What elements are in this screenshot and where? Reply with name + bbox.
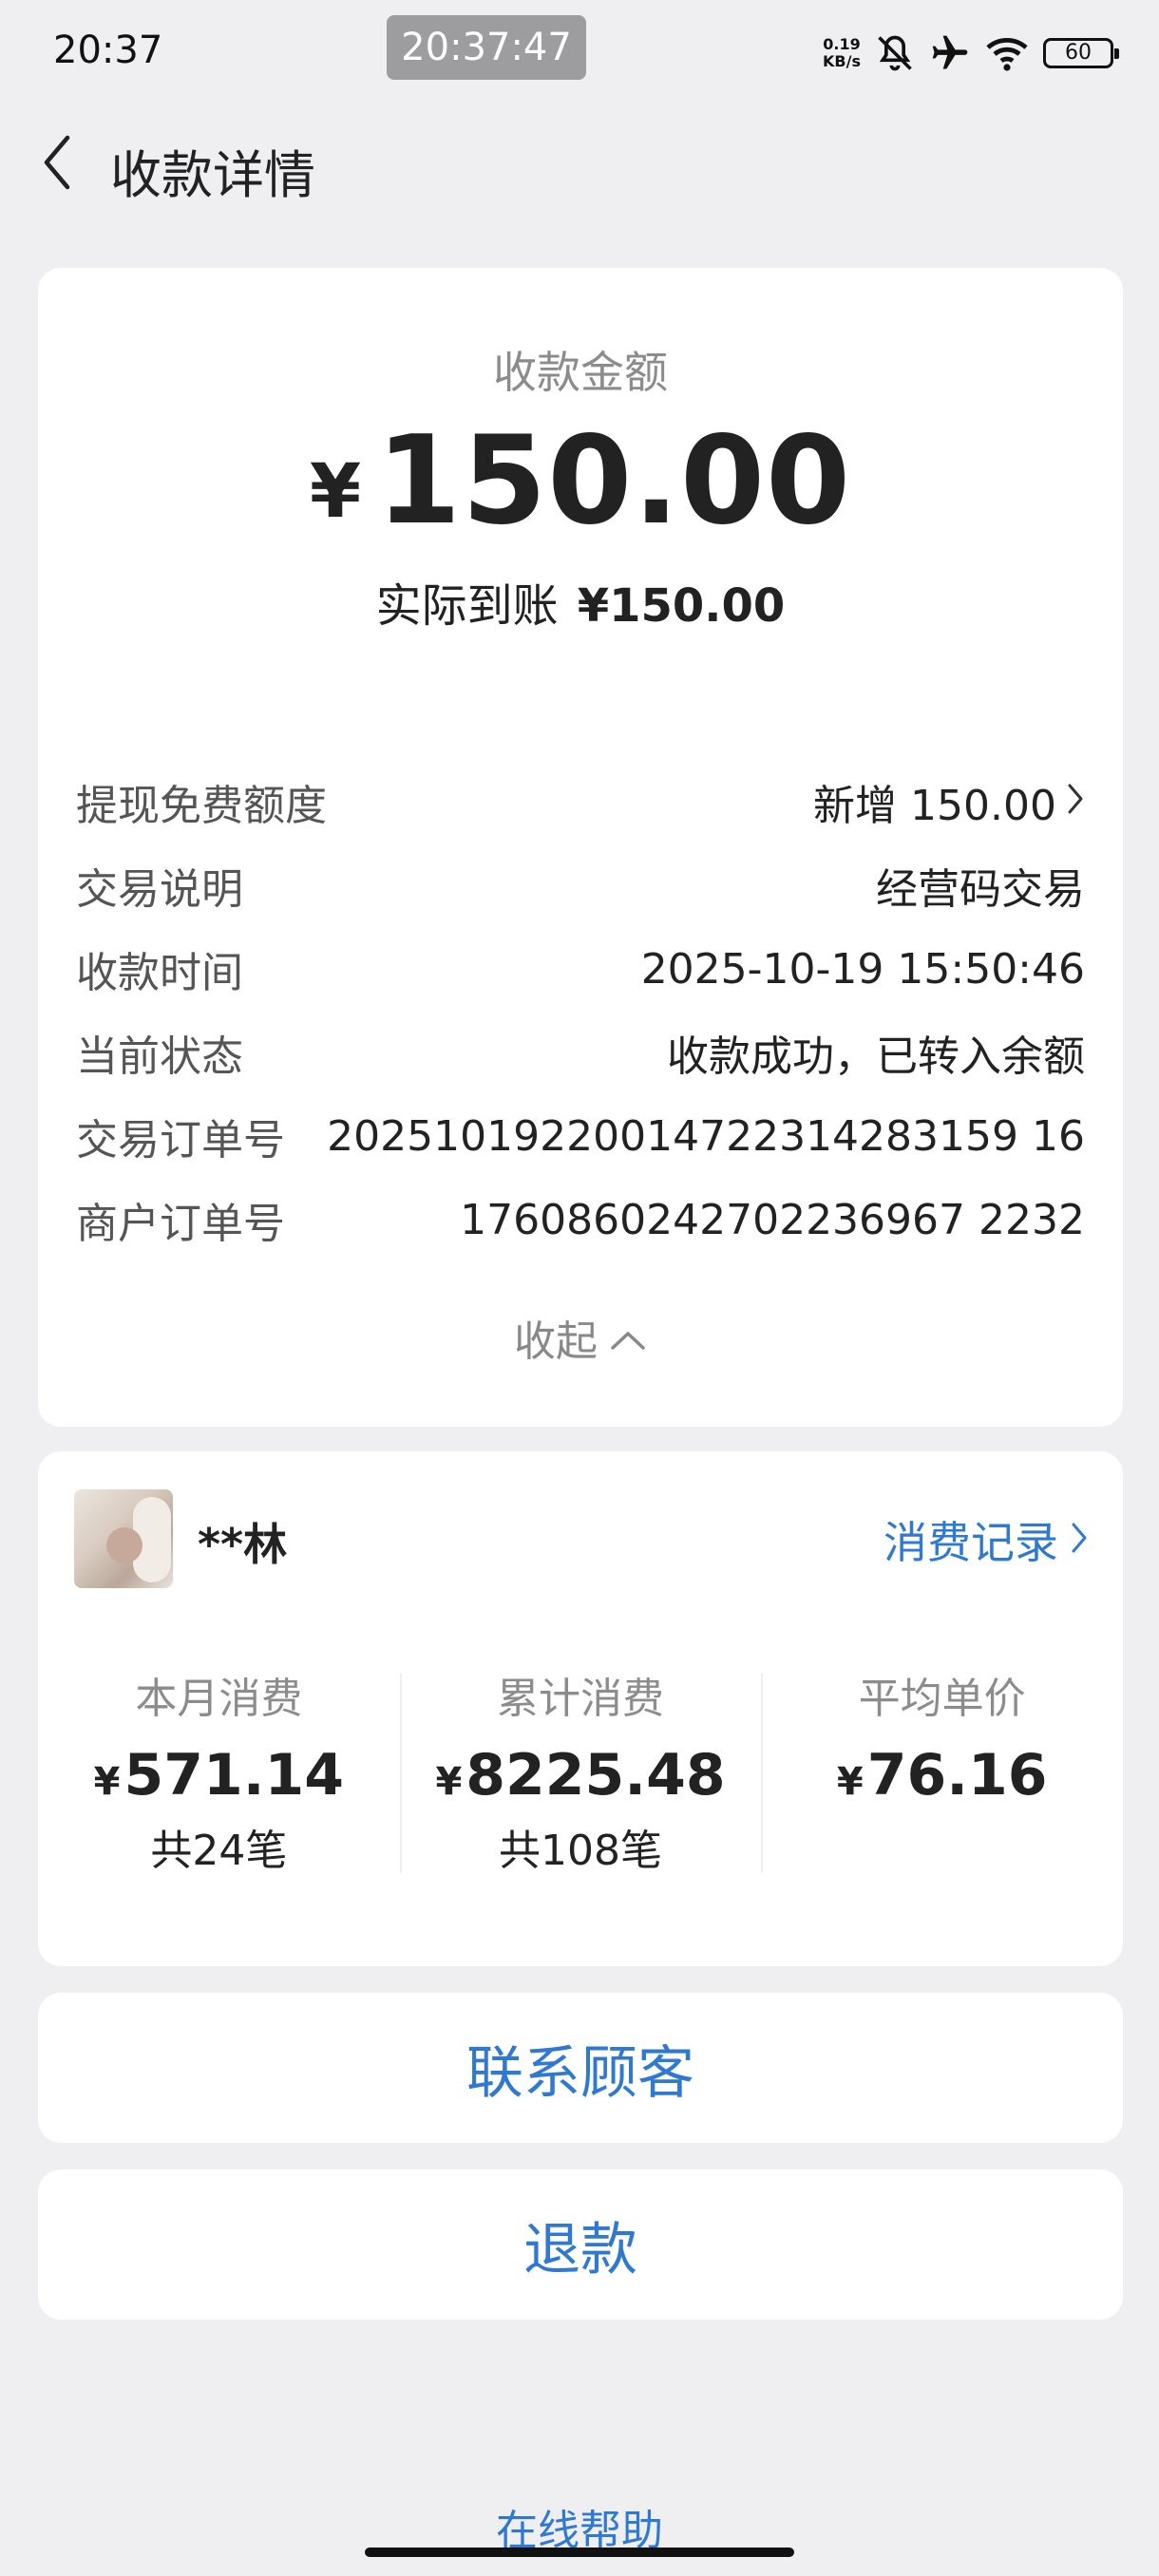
contact-customer-button[interactable]: 联系顾客 — [38, 1993, 1123, 2143]
detail-key: 商户订单号 — [76, 1200, 285, 1248]
amount-value: 150.00 — [376, 410, 852, 552]
detail-row-free-quota[interactable]: 提现免费额度 新增 150.00 — [76, 760, 1085, 843]
back-button[interactable] — [28, 131, 86, 198]
currency-symbol: ¥ — [309, 449, 362, 535]
airplane-icon — [929, 32, 971, 74]
detail-value: 收款成功，已转入余额 — [667, 1032, 1085, 1081]
status-icons: 0.19 KB/s 60 — [823, 25, 1119, 82]
collapse-label: 收起 — [514, 1317, 598, 1366]
refund-label: 退款 — [523, 2216, 637, 2283]
contact-customer-label: 联系顾客 — [466, 2039, 694, 2107]
detail-key: 提现免费额度 — [76, 782, 327, 830]
amount-label: 收款金额 — [493, 347, 668, 398]
avatar — [74, 1489, 173, 1588]
stat-average-price: 平均单价 ¥76.16 — [761, 1664, 1123, 1883]
stat-label: 累计消费 — [497, 1675, 664, 1723]
net-speed: 0.19 KB/s — [823, 36, 861, 70]
stat-currency: ¥ — [836, 1760, 864, 1804]
detail-row-description: 交易说明 经营码交易 — [76, 843, 1085, 927]
stat-currency: ¥ — [93, 1760, 121, 1804]
detail-key: 当前状态 — [76, 1032, 243, 1081]
net-speed-value: 0.19 — [823, 35, 861, 53]
amount-display: ¥150.00 — [38, 410, 1123, 552]
stat-amount: ¥571.14 — [38, 1742, 400, 1809]
chevron-right-icon — [1070, 1514, 1089, 1565]
detail-key: 收款时间 — [76, 949, 243, 997]
status-bar: 20:37 20:37:47 0.19 KB/s 60 — [0, 0, 1159, 104]
customer-name: **林 — [198, 1519, 288, 1570]
app-header: 收款详情 — [0, 123, 1159, 209]
customer-card: **林 消费记录 本月消费 ¥571.14 共24笔 累计消费 ¥8225.48… — [38, 1451, 1123, 1966]
stat-amount-value: 571.14 — [124, 1742, 345, 1809]
detail-value: 经营码交易 — [876, 865, 1085, 914]
wifi-icon — [984, 32, 1030, 74]
stat-this-month: 本月消费 ¥571.14 共24笔 — [38, 1664, 400, 1883]
arrival-value: ¥150.00 — [577, 579, 786, 633]
detail-key: 交易订单号 — [76, 1116, 285, 1165]
page-title: 收款详情 — [110, 145, 315, 205]
detail-value: 1760860242702236967 2232 — [460, 1195, 1085, 1244]
stat-amount-value: 76.16 — [866, 1742, 1048, 1809]
detail-row-order-no: 交易订单号 20251019220014722314283159 16 — [76, 1094, 1085, 1178]
detail-row-time: 收款时间 2025-10-19 15:50:46 — [76, 927, 1085, 1011]
stat-cumulative: 累计消费 ¥8225.48 共108笔 — [399, 1664, 762, 1883]
chevron-up-icon — [609, 1314, 647, 1362]
chevron-left-icon — [41, 134, 73, 195]
net-speed-unit: KB/s — [823, 52, 861, 70]
mute-icon — [874, 32, 916, 74]
clock-pill: 20:37:47 — [387, 15, 586, 80]
detail-row-merchant-order-no: 商户订单号 1760860242702236967 2232 — [76, 1178, 1085, 1261]
stat-amount: ¥76.16 — [761, 1742, 1123, 1809]
records-link-label: 消费记录 — [884, 1517, 1058, 1568]
actual-arrival: 实际到账 ¥150.00 — [38, 568, 1123, 635]
battery-icon: 60 — [1043, 38, 1119, 68]
refund-button[interactable]: 退款 — [38, 2169, 1123, 2320]
detail-value: 20251019220014722314283159 16 — [327, 1111, 1085, 1161]
arrival-label: 实际到账 — [375, 579, 559, 633]
stat-count: 共108笔 — [499, 1827, 662, 1875]
detail-row-status: 当前状态 收款成功，已转入余额 — [76, 1011, 1085, 1094]
stat-count: 共24笔 — [150, 1827, 288, 1875]
chevron-right-icon — [1066, 778, 1085, 826]
collapse-button[interactable]: 收起 — [38, 1307, 1123, 1368]
payment-detail-card: 收款金额 ¥150.00 实际到账 ¥150.00 提现免费额度 新增 150.0… — [38, 268, 1123, 1427]
consumption-records-link[interactable]: 消费记录 — [884, 1508, 1089, 1571]
customer-stats: 本月消费 ¥571.14 共24笔 累计消费 ¥8225.48 共108笔 平均… — [38, 1664, 1123, 1883]
stat-amount: ¥8225.48 — [400, 1742, 762, 1809]
status-time: 20:37 — [53, 28, 163, 72]
stat-currency: ¥ — [435, 1760, 463, 1804]
stat-label: 平均单价 — [858, 1675, 1026, 1723]
stat-label: 本月消费 — [135, 1675, 303, 1723]
detail-value: 新增 150.00 — [813, 771, 1085, 832]
home-indicator[interactable] — [365, 2548, 794, 2557]
detail-value: 2025-10-19 15:50:46 — [640, 944, 1085, 994]
detail-key: 交易说明 — [76, 865, 243, 914]
detail-list: 提现免费额度 新增 150.00 交易说明 经营码交易 收款时间 2025-10… — [76, 760, 1085, 1261]
stat-amount-value: 8225.48 — [466, 1742, 726, 1809]
free-quota-value: 新增 150.00 — [813, 782, 1056, 830]
